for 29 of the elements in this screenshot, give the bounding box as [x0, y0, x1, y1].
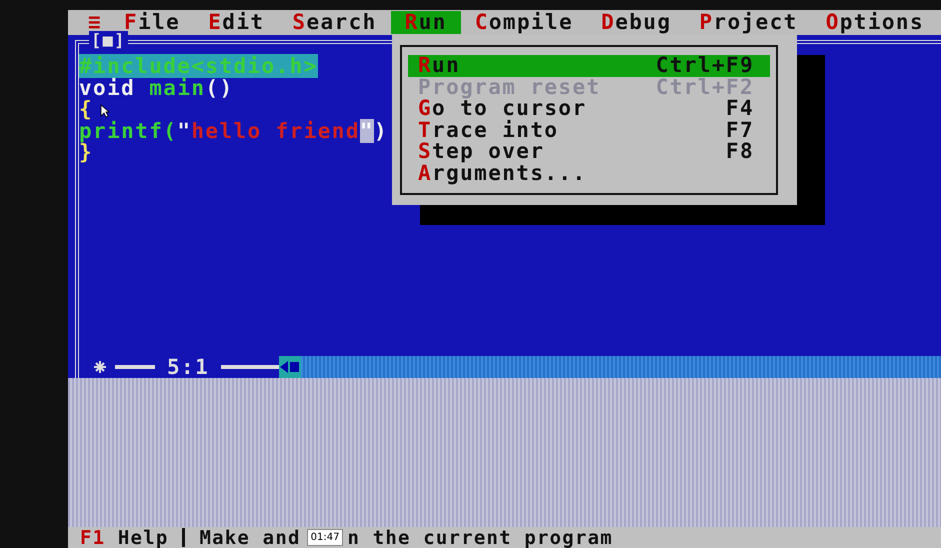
menu-item[interactable]: Run Ctrl+F9	[408, 55, 770, 76]
code-line: {	[79, 99, 94, 120]
status-message: n the current program	[347, 526, 613, 548]
scroll-left-icon[interactable]	[279, 356, 302, 378]
menu-item[interactable]: Options	[812, 11, 938, 34]
menu-item[interactable]: Go to cursor F4	[408, 98, 770, 120]
menu-item[interactable]: Project	[685, 11, 812, 34]
code-line: void main()	[79, 78, 234, 99]
cursor-position: 5:1	[166, 355, 210, 379]
menu-item[interactable]: Trace into F7	[408, 120, 770, 141]
menu-item[interactable]: File	[110, 11, 194, 34]
mouse-pointer-icon	[100, 104, 110, 118]
help-hint[interactable]: F1 Help	[68, 526, 168, 548]
menu-item[interactable]: Edit	[194, 11, 278, 34]
menu-item[interactable]: Compile	[460, 11, 588, 34]
status-message: Make and	[199, 526, 301, 548]
divider	[182, 528, 186, 547]
menu-item[interactable]: Debug	[587, 11, 686, 34]
resize-icon[interactable]	[93, 360, 107, 374]
menu-item[interactable]: Search	[278, 11, 391, 34]
system-menu[interactable]: ≡	[80, 11, 110, 34]
close-box[interactable]: [■]	[89, 31, 128, 51]
code-line: printf("hello friend")	[79, 120, 388, 142]
menu-item[interactable]: Step over F8	[408, 141, 770, 162]
menu-item[interactable]: Run	[390, 11, 461, 34]
code-line: }	[79, 142, 94, 164]
scroll-bar[interactable]	[279, 356, 941, 378]
menu-item[interactable]: Arguments...	[408, 162, 770, 184]
timestamp-badge: 01:47	[306, 529, 344, 546]
